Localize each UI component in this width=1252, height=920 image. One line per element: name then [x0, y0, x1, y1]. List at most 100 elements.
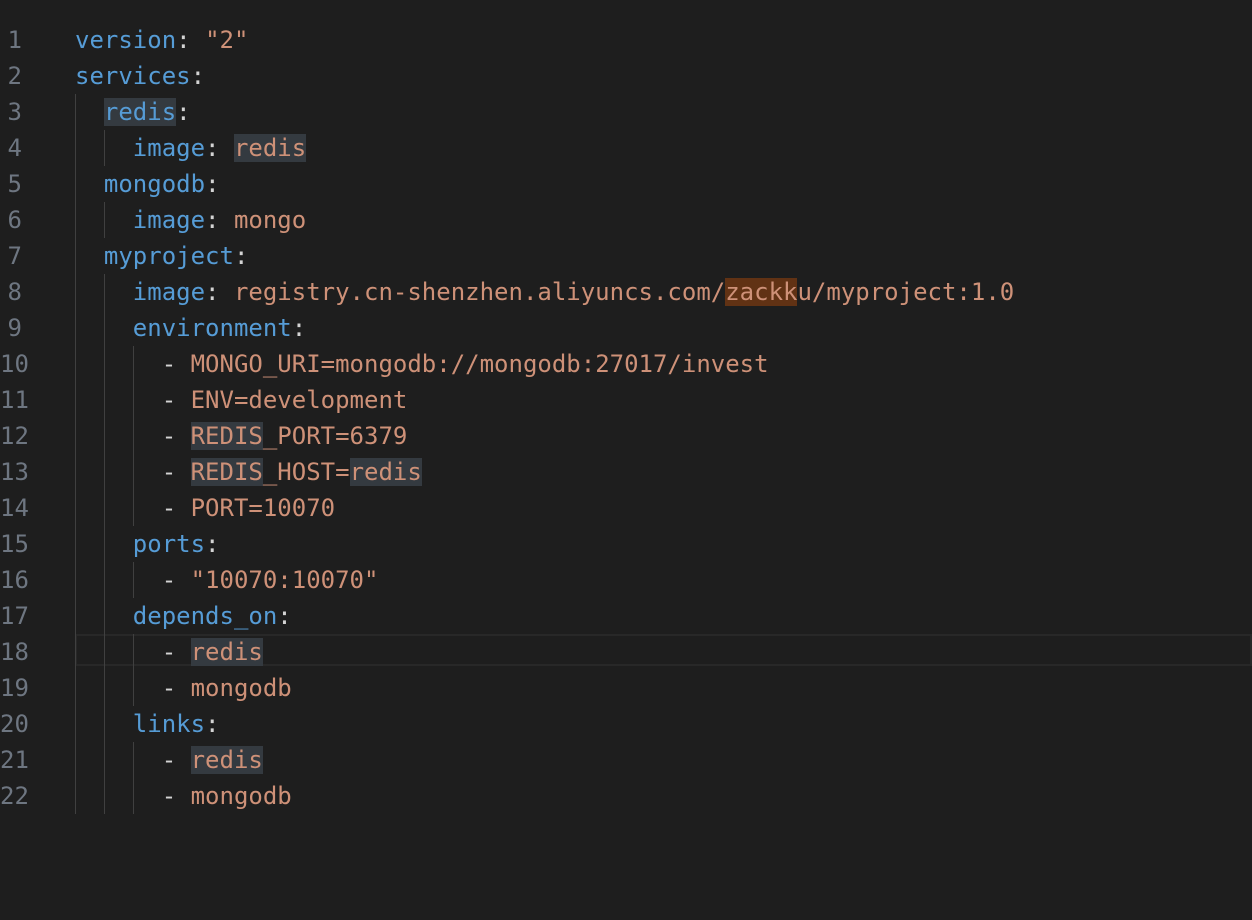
yaml-punctuation: - — [161, 458, 191, 486]
yaml-punctuation: - — [161, 566, 191, 594]
code-line[interactable]: 20 links: — [0, 706, 1252, 742]
line-number[interactable]: 8 — [0, 274, 22, 310]
yaml-key: mongodb — [103, 170, 206, 198]
code-text[interactable]: environment: — [75, 310, 306, 346]
yaml-key: services — [75, 62, 191, 90]
code-line[interactable]: 1 version: "2" — [0, 22, 1252, 58]
line-number[interactable]: 18 — [0, 634, 29, 670]
yaml-value: mongo — [233, 206, 307, 234]
code-line[interactable]: 2 services: — [0, 58, 1252, 94]
code-line[interactable]: 18 - redis — [0, 634, 1252, 670]
code-line[interactable]: 3 redis: — [0, 94, 1252, 130]
line-number[interactable]: 15 — [0, 526, 29, 562]
yaml-key: depends_on — [132, 602, 278, 630]
code-text[interactable]: - MONGO_URI=mongodb://mongodb:27017/inve… — [75, 346, 769, 382]
yaml-value: redis — [349, 458, 422, 486]
line-number[interactable]: 4 — [0, 130, 22, 166]
line-number[interactable]: 11 — [0, 382, 29, 418]
code-text[interactable]: - ENV=development — [75, 382, 408, 418]
code-text[interactable]: - REDIS_PORT=6379 — [75, 418, 407, 454]
code-line[interactable]: 15 ports: — [0, 526, 1252, 562]
line-number[interactable]: 10 — [0, 346, 29, 382]
code-text[interactable]: version: "2" — [75, 22, 248, 58]
code-text[interactable]: - mongodb — [75, 778, 292, 814]
code-text[interactable]: links: — [75, 706, 220, 742]
code-text[interactable]: ports: — [75, 526, 220, 562]
code-text[interactable]: - "10070:10070" — [75, 562, 379, 598]
code-text[interactable]: myproject: — [75, 238, 249, 274]
code-line[interactable]: 17 depends_on: — [0, 598, 1252, 634]
code-text[interactable]: - redis — [75, 634, 263, 670]
line-number[interactable]: 19 — [0, 670, 29, 706]
yaml-value: _PORT=6379 — [262, 422, 408, 450]
code-text[interactable]: - PORT=10070 — [75, 490, 335, 526]
code-line[interactable]: 12 - REDIS_PORT=6379 — [0, 418, 1252, 454]
line-number[interactable]: 14 — [0, 490, 29, 526]
yaml-punctuation: : — [176, 98, 191, 126]
yaml-punctuation: : — [205, 134, 234, 162]
code-line[interactable]: 5 mongodb: — [0, 166, 1252, 202]
yaml-punctuation: : — [190, 62, 206, 90]
yaml-punctuation: - — [161, 746, 191, 774]
code-line[interactable]: 16 - "10070:10070" — [0, 562, 1252, 598]
code-line[interactable]: 22 - mongodb — [0, 778, 1252, 814]
code-text[interactable]: depends_on: — [75, 598, 292, 634]
line-number[interactable]: 7 — [0, 238, 22, 274]
code-line[interactable]: 19 - mongodb — [0, 670, 1252, 706]
code-line[interactable]: 10 - MONGO_URI=mongodb://mongodb:27017/i… — [0, 346, 1252, 382]
code-text[interactable]: image: registry.cn-shenzhen.aliyuncs.com… — [75, 274, 1014, 310]
yaml-value: "2" — [205, 26, 249, 54]
yaml-punctuation: : — [205, 206, 234, 234]
line-number[interactable]: 6 — [0, 202, 22, 238]
code-text[interactable]: image: redis — [75, 130, 307, 166]
line-number[interactable]: 5 — [0, 166, 22, 202]
code-text[interactable]: redis: — [75, 94, 191, 130]
code-line[interactable]: 9 environment: — [0, 310, 1252, 346]
code-line[interactable]: 13 - REDIS_HOST=redis — [0, 454, 1252, 490]
yaml-value: redis — [190, 638, 263, 666]
yaml-punctuation: : — [205, 278, 234, 306]
line-number[interactable]: 2 — [0, 58, 22, 94]
yaml-punctuation: - — [161, 386, 191, 414]
code-text[interactable]: - REDIS_HOST=redis — [75, 454, 422, 490]
line-number[interactable]: 1 — [0, 22, 22, 58]
line-number[interactable]: 13 — [0, 454, 29, 490]
code-text[interactable]: image: mongo — [75, 202, 306, 238]
yaml-key: version — [75, 26, 177, 54]
code-text[interactable]: services: — [75, 58, 205, 94]
yaml-punctuation: : — [277, 602, 292, 630]
line-number[interactable]: 22 — [0, 778, 29, 814]
code-line[interactable]: 4 image: redis — [0, 130, 1252, 166]
line-number[interactable]: 20 — [0, 706, 29, 742]
yaml-value: ENV=development — [190, 386, 408, 414]
line-number[interactable]: 3 — [0, 94, 22, 130]
line-number[interactable]: 17 — [0, 598, 29, 634]
code-text[interactable]: - mongodb — [75, 670, 292, 706]
code-line[interactable]: 21 - redis — [0, 742, 1252, 778]
code-line[interactable]: 8 image: registry.cn-shenzhen.aliyuncs.c… — [0, 274, 1252, 310]
code-text[interactable]: mongodb: — [75, 166, 220, 202]
line-number[interactable]: 16 — [0, 562, 29, 598]
line-number[interactable]: 9 — [0, 310, 22, 346]
yaml-value: _HOST= — [262, 458, 350, 486]
code-line[interactable]: 11 - ENV=development — [0, 382, 1252, 418]
code-text[interactable]: - redis — [75, 742, 263, 778]
code-editor[interactable]: 1 version: "2" 2 services: 3 redis: 4 image: … — [0, 0, 1252, 920]
line-number[interactable]: 12 — [0, 418, 29, 454]
code-line[interactable]: 6 image: mongo — [0, 202, 1252, 238]
yaml-key: redis — [103, 98, 177, 126]
yaml-punctuation: : — [205, 710, 220, 738]
yaml-value: zackk — [725, 278, 798, 306]
code-line[interactable]: 14 - PORT=10070 — [0, 490, 1252, 526]
line-number[interactable]: 21 — [0, 742, 29, 778]
code-line[interactable]: 7 myproject: — [0, 238, 1252, 274]
